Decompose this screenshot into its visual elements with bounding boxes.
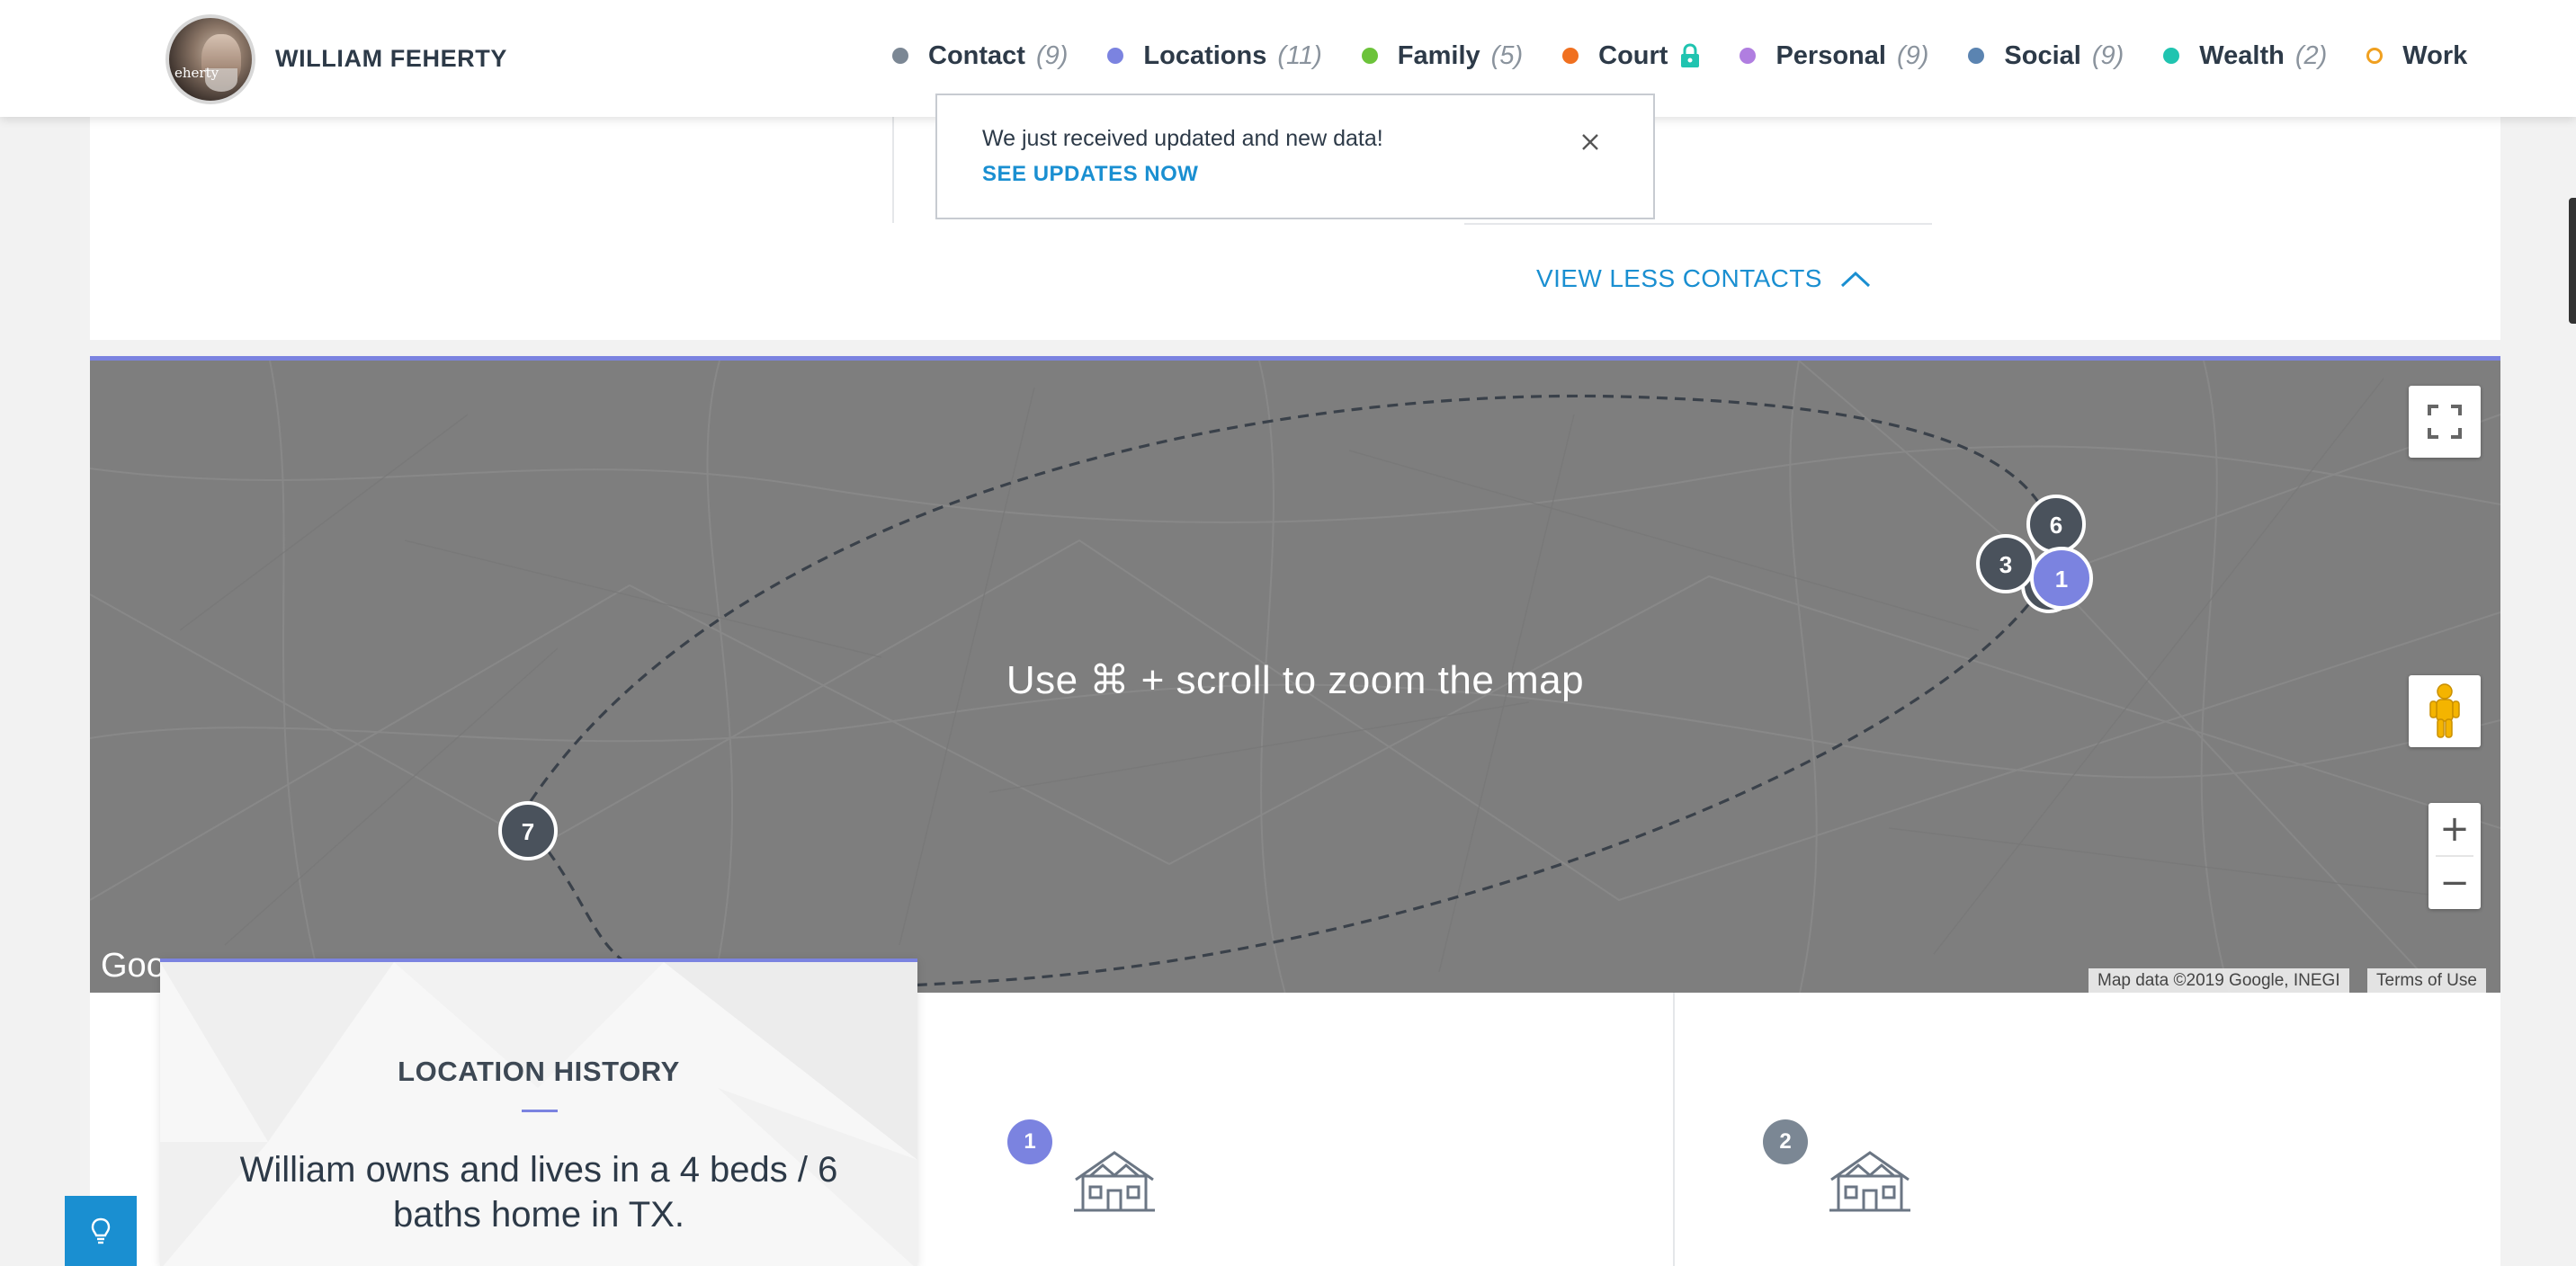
svg-text:7: 7: [522, 818, 534, 845]
nav-item-contact[interactable]: Contact (9): [892, 41, 1068, 71]
category-dot-icon: [1968, 48, 1985, 64]
notification-message: We just received updated and new data!: [982, 126, 1383, 151]
nav-item-label: Contact: [928, 40, 1025, 70]
see-updates-link[interactable]: SEE UPDATES NOW: [982, 162, 1198, 187]
close-icon[interactable]: [1578, 129, 1603, 155]
nav-item-count: (9): [1035, 40, 1069, 70]
nav-item-count: (9): [1896, 40, 1929, 70]
lightbulb-icon: [91, 1217, 111, 1244]
nav-item-label: Social: [2004, 40, 2081, 70]
tips-button[interactable]: [65, 1196, 137, 1266]
category-dot-icon: [1740, 48, 1757, 64]
street-view-pegman-button[interactable]: [2409, 675, 2481, 747]
divider: [1464, 223, 1932, 225]
location-number-badge: 1: [1007, 1119, 1052, 1164]
lock-icon: [1681, 43, 1700, 67]
view-less-contacts-label: VIEW LESS CONTACTS: [1536, 264, 1822, 292]
map-marker-7[interactable]: 7: [498, 801, 558, 860]
zoom-in-button[interactable]: +: [2428, 803, 2481, 855]
nav-item-count: (9): [2091, 40, 2124, 70]
nav-item-family[interactable]: Family (5): [1361, 40, 1524, 71]
nav-item-count: (2): [2294, 40, 2328, 70]
view-less-contacts-button[interactable]: VIEW LESS CONTACTS: [1536, 264, 1871, 293]
category-dot-icon: [1562, 48, 1579, 64]
svg-text:6: 6: [2050, 512, 2062, 539]
nav-item-count: (5): [1490, 40, 1524, 70]
section-nav: Contact (9) Locations (11) Family (5) Court Per…: [892, 38, 2467, 74]
category-dot-icon: [2366, 48, 2384, 64]
divider: [1673, 993, 1675, 1266]
chevron-up-icon: [1840, 271, 1870, 288]
category-dot-icon: [1361, 48, 1378, 64]
avatar-watermark: eherty: [174, 65, 219, 81]
house-icon: [1829, 1151, 1910, 1212]
nav-item-count: (11): [1277, 40, 1322, 70]
fullscreen-button[interactable]: [2409, 386, 2481, 458]
title-underline: [522, 1110, 558, 1112]
nav-item-label: Wealth: [2199, 40, 2285, 70]
nav-item-label: Personal: [1775, 40, 1886, 70]
zoom-out-button[interactable]: −: [2428, 857, 2481, 909]
category-dot-icon: [2163, 48, 2180, 64]
house-icon: [1074, 1151, 1155, 1212]
map-marker-3[interactable]: 3: [1976, 534, 2035, 593]
map-marker-6[interactable]: 6: [2026, 495, 2086, 554]
nav-item-court[interactable]: Court: [1562, 41, 1700, 71]
nav-item-locations[interactable]: Locations (11): [1107, 40, 1322, 71]
location-number-badge: 2: [1763, 1119, 1808, 1164]
svg-text:1: 1: [2055, 566, 2068, 593]
update-notification: We just received updated and new data! S…: [935, 94, 1655, 219]
nav-item-label: Locations: [1143, 40, 1267, 70]
svg-text:3: 3: [1999, 551, 2012, 578]
zoom-controls: + −: [2428, 803, 2481, 909]
google-logo[interactable]: Goo: [101, 947, 165, 985]
location-map[interactable]: 6 3 1 7 Use ⌘ + scroll to zoom the map +…: [90, 356, 2500, 993]
map-marker-1[interactable]: 1: [2030, 547, 2093, 610]
person-name: WILLIAM FEHERTY: [275, 45, 507, 72]
pegman-icon: [2429, 683, 2460, 738]
nav-item-social[interactable]: Social (9): [1968, 41, 2124, 71]
location-history-title: LOCATION HISTORY: [398, 1056, 680, 1087]
page-scrollbar[interactable]: [2569, 198, 2576, 324]
fullscreen-icon: [2428, 405, 2462, 439]
avatar: eherty: [165, 14, 255, 104]
nav-item-label: Court: [1598, 40, 1668, 70]
nav-item-personal[interactable]: Personal (9): [1740, 41, 1928, 71]
nav-item-work[interactable]: Work: [2366, 41, 2467, 71]
category-dot-icon: [892, 48, 908, 64]
nav-item-label: Work: [2402, 40, 2468, 70]
nav-item-label: Family: [1397, 40, 1480, 70]
map-attribution: Map data ©2019 Google, INEGI: [2089, 968, 2349, 993]
terms-of-use-link[interactable]: Terms of Use: [2367, 968, 2486, 993]
zoom-hint: Use ⌘ + scroll to zoom the map: [1006, 658, 1585, 702]
category-dot-icon: [1107, 48, 1124, 64]
location-history-summary: William owns and lives in a 4 beds / 6 b…: [239, 1150, 838, 1235]
nav-item-wealth[interactable]: Wealth (2): [2163, 41, 2327, 71]
divider: [892, 117, 894, 223]
location-history-card: LOCATION HISTORY William owns and lives …: [160, 958, 917, 1266]
